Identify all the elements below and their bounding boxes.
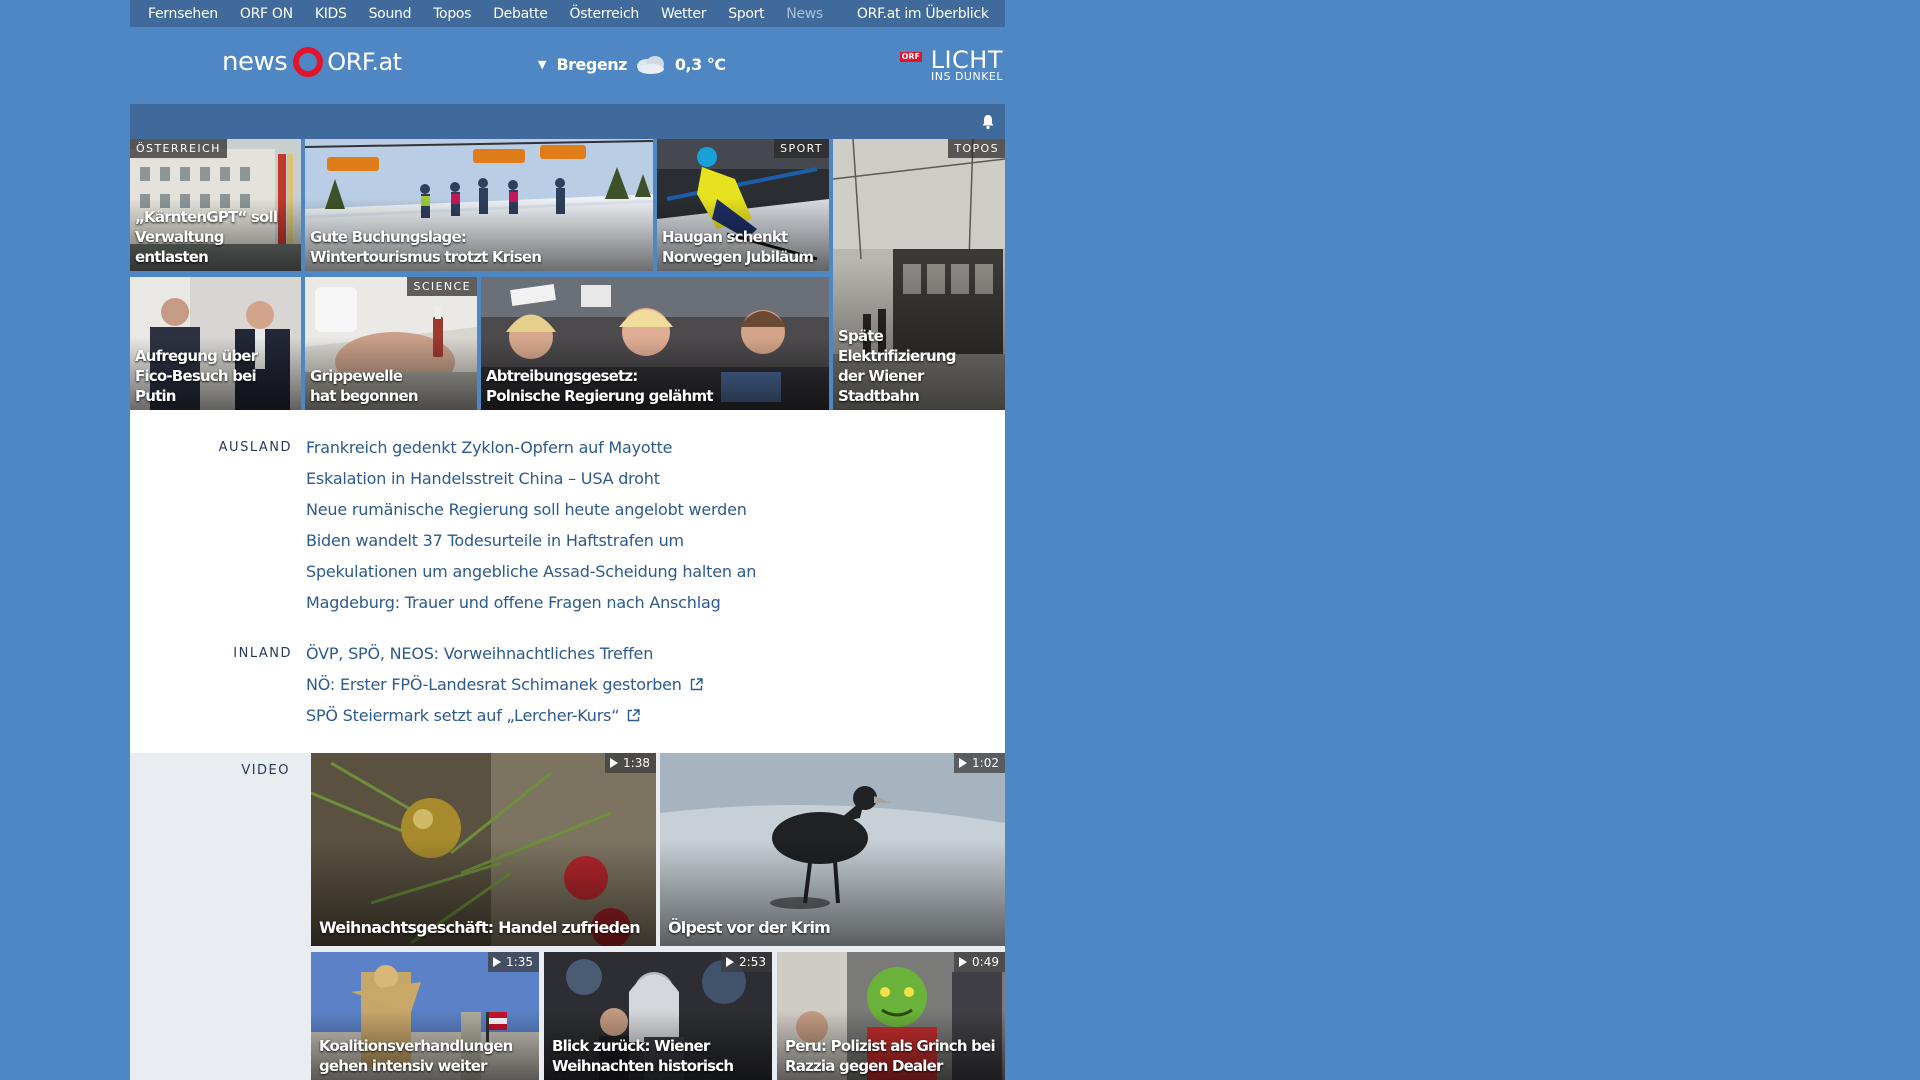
licht-subtitle: INS DUNKEL [931,70,1003,83]
site-header: news ORF.at ▼ Bregenz 0,3 °C ORF LICHT I… [130,27,1005,104]
nav-sound[interactable]: Sound [369,6,412,22]
video-tile[interactable]: 1:02 Ölpest vor der Krim [660,753,1005,946]
weather-widget: ▼ Bregenz 0,3 °C [538,53,726,75]
headline-link[interactable]: Eskalation in Handelsstreit China – USA … [306,463,756,494]
headline-link[interactable]: Magdeburg: Trauer und offene Fragen nach… [306,587,756,618]
teaser-title: Grippewelle hat begonnen [310,367,419,405]
section-tag: TOPOS [948,139,1005,158]
teaser-tile[interactable]: SPORT Haugan schenkt Norwegen Jubiläum [657,139,829,271]
cloudy-icon [636,56,664,74]
duration-text: 1:02 [972,756,999,770]
section-label: VIDEO [241,763,290,778]
play-icon [726,957,735,967]
video-duration: 1:35 [488,952,539,972]
orf-eye-icon [293,47,324,77]
teaser-tile[interactable]: Abtreibungsgesetz: Polnische Regierung g… [481,277,829,410]
video-tile[interactable]: 1:35 Koalitionsverhandlungen gehen inten… [311,952,539,1080]
video-duration: 2:53 [721,952,772,972]
nav-news[interactable]: News [786,6,823,22]
duration-text: 1:35 [506,955,533,969]
headline-list: ÖVP, SPÖ, NEOS: Vorweihnachtliches Treff… [306,638,703,731]
play-icon [959,758,968,768]
external-link-icon [690,678,703,691]
teaser-tile[interactable]: ÖSTERREICH „KärntenGPT“ soll Verwaltung … [130,139,301,271]
nav-topos[interactable]: Topos [433,6,471,22]
headline-list: Frankreich gedenkt Zyklon-Opfern auf May… [306,432,756,618]
weather-location[interactable]: Bregenz [556,55,627,74]
play-icon [610,758,619,768]
teaser-tile[interactable]: Aufregung über Fico-Besuch bei Putin [130,277,301,410]
bell-icon[interactable] [981,114,995,130]
logo-orf-text: ORF.at [327,48,402,76]
duration-text: 1:38 [623,756,650,770]
external-link-icon [628,709,641,722]
headline-link[interactable]: Spekulationen um angebliche Assad-Scheid… [306,556,756,587]
section-tag: ÖSTERREICH [130,139,227,158]
weather-temperature: 0,3 °C [674,54,726,74]
teaser-title: „KärntenGPT“ soll Verwaltung entlasten [135,208,278,266]
section-tag: SCIENCE [407,277,477,296]
teaser-title: Haugan schenkt Norwegen Jubiläum [662,228,814,266]
teaser-title: Späte Elektrifizierung der Wiener Stadtb… [838,327,956,405]
news-list: AUSLAND Frankreich gedenkt Zyklon-Opfern… [130,410,1005,753]
headline-link[interactable]: Biden wandelt 37 Todesurteile in Haftstr… [306,525,756,556]
video-title: Peru: Polizist als Grinch bei Razzia geg… [785,1037,996,1075]
teaser-title: Aufregung über Fico-Besuch bei Putin [135,347,258,405]
video-duration: 1:38 [605,753,656,773]
video-title: Weihnachtsgeschäft: Handel zufrieden [319,918,641,937]
teaser-tile[interactable]: TOPOS Späte Elektrifizierung der Wiener … [833,139,1005,410]
nav-orf-overview[interactable]: ORF.at im Überblick [857,6,989,22]
teaser-grid: ÖSTERREICH „KärntenGPT“ soll Verwaltung … [130,139,1005,410]
headline-text: ÖVP, SPÖ, NEOS: Vorweihnachtliches Treff… [306,644,654,663]
headline-link[interactable]: Frankreich gedenkt Zyklon-Opfern auf May… [306,432,756,463]
video-title: Ölpest vor der Krim [668,918,831,937]
nav-kids[interactable]: KIDS [315,6,347,22]
video-title: Koalitionsverhandlungen gehen intensiv w… [319,1037,513,1075]
video-tile[interactable]: 1:38 Weihnachtsgeschäft: Handel zufriede… [311,753,656,946]
section-label: INLAND [233,646,292,661]
logo-news-text: news [222,47,288,77]
video-duration: 0:49 [954,952,1005,972]
section-tag: SPORT [774,139,829,158]
video-tile[interactable]: 0:49 Peru: Polizist als Grinch bei Razzi… [777,952,1005,1080]
news-orf-logo[interactable]: news ORF.at [222,47,402,77]
location-dropdown-icon[interactable]: ▼ [538,58,546,71]
duration-text: 2:53 [739,955,766,969]
nav-oesterreich[interactable]: Österreich [570,6,640,22]
video-tile[interactable]: 2:53 Blick zurück: Wiener Weihnachten hi… [544,952,772,1080]
play-icon [493,957,502,967]
headline-link[interactable]: ÖVP, SPÖ, NEOS: Vorweihnachtliches Treff… [306,638,703,669]
teaser-title: Gute Buchungslage: Wintertourismus trotz… [310,228,542,266]
licht-ins-dunkel-logo[interactable]: ORF LICHT INS DUNKEL [899,48,1003,83]
nav-fernsehen[interactable]: Fernsehen [148,6,218,22]
video-duration: 1:02 [954,753,1005,773]
teaser-tile[interactable]: Gute Buchungslage: Wintertourismus trotz… [305,139,653,271]
top-navigation: Fernsehen ORF ON KIDS Sound Topos Debatt… [130,0,1005,27]
nav-wetter[interactable]: Wetter [661,6,706,22]
teaser-title: Abtreibungsgesetz: Polnische Regierung g… [486,367,714,405]
section-label: AUSLAND [218,440,292,455]
nav-orf-on[interactable]: ORF ON [240,6,293,22]
nav-debatte[interactable]: Debatte [493,6,548,22]
play-icon [959,957,968,967]
notification-bar [130,104,1005,139]
page: Fernsehen ORF ON KIDS Sound Topos Debatt… [130,0,1005,1080]
headline-link[interactable]: Neue rumänische Regierung soll heute ang… [306,494,756,525]
headline-link[interactable]: NÖ: Erster FPÖ-Landesrat Schimanek gesto… [306,669,703,700]
video-section: VIDEO 1:38 Weihnachtsgeschäft: Handel zu… [130,753,1005,1080]
headline-text: NÖ: Erster FPÖ-Landesrat Schimanek gesto… [306,675,682,694]
duration-text: 0:49 [972,955,999,969]
orf-badge: ORF [899,52,923,62]
headline-link[interactable]: SPÖ Steiermark setzt auf „Lercher-Kurs“ [306,700,703,731]
teaser-tile[interactable]: SCIENCE Grippewelle hat begonnen [305,277,477,410]
headline-text: SPÖ Steiermark setzt auf „Lercher-Kurs“ [306,706,620,725]
nav-sport[interactable]: Sport [728,6,764,22]
video-title: Blick zurück: Wiener Weihnachten histori… [552,1037,734,1075]
